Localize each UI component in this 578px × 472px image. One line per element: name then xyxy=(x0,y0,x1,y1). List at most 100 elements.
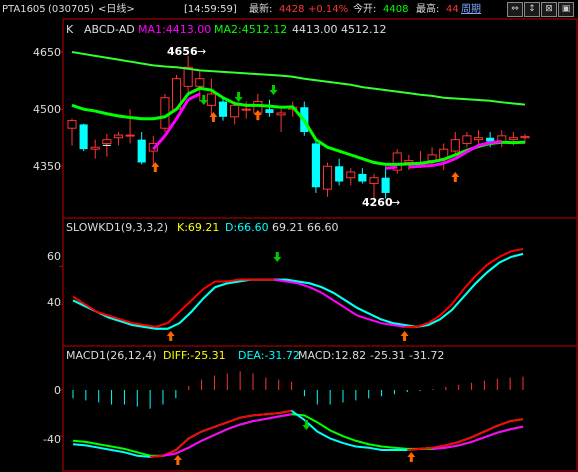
sell-signal-arrow xyxy=(234,92,243,102)
kd-k-segment xyxy=(167,311,181,324)
macd-dea-segment xyxy=(201,434,215,442)
candle xyxy=(346,168,356,186)
kline-indicator-name[interactable]: ABCD-AD xyxy=(84,24,135,36)
kd-k-segment xyxy=(498,250,512,258)
candle xyxy=(79,123,88,152)
macd-diff-segment xyxy=(496,420,511,427)
candle-body xyxy=(102,139,112,144)
kd-sell-arrow xyxy=(273,252,282,262)
candle-body xyxy=(160,97,170,129)
macd-dea-segment xyxy=(252,417,267,423)
candle-body xyxy=(381,177,390,193)
macd-dea-segment xyxy=(239,420,254,426)
macd-diff-segment xyxy=(226,416,241,424)
ma1-segment xyxy=(490,140,502,145)
macd-dea-segment xyxy=(188,439,203,449)
price-tick-4650: 4650 xyxy=(33,46,61,59)
macd-diff-segment xyxy=(265,412,279,416)
macd-dea-segment xyxy=(432,446,446,450)
macd-dea-segment xyxy=(484,431,498,439)
candle-body xyxy=(276,112,286,116)
high-annotation: 4656 xyxy=(167,45,198,58)
kd-d-line xyxy=(72,252,524,330)
candle-body xyxy=(265,109,274,113)
kd-k-segment xyxy=(368,318,382,325)
macd-diff-segment xyxy=(278,409,292,415)
macd-diff-base xyxy=(72,409,524,458)
macd-diff-segment xyxy=(484,424,498,433)
macd-sell-arrow xyxy=(302,420,311,430)
macd-dea-legend: DEA:-31.72 xyxy=(238,349,300,362)
candle-body xyxy=(311,143,320,188)
macd-diff-segment xyxy=(509,418,524,423)
kd-k-segment xyxy=(178,299,193,313)
candle xyxy=(160,93,170,133)
macd-dea-segment xyxy=(162,452,177,457)
candle-body xyxy=(113,134,124,139)
candle xyxy=(335,158,344,186)
ma1-segment xyxy=(187,92,201,101)
macd-extra-values: -25.31 -31.72 xyxy=(370,349,445,362)
ma1-segment xyxy=(420,164,433,168)
macd-diff-segment xyxy=(214,421,228,428)
candle xyxy=(148,135,158,167)
kd-k-segment xyxy=(190,288,204,302)
candle-body xyxy=(322,165,333,190)
candle-body xyxy=(450,139,460,152)
candle xyxy=(67,118,77,146)
price-tick-4350: 4350 xyxy=(33,160,61,173)
kline-extra-values: 4413.00 4512.12 xyxy=(292,23,387,36)
candle-body xyxy=(230,104,240,118)
candle-body xyxy=(206,93,216,106)
macd-tick-neg40: -40 xyxy=(43,433,61,446)
macd-dea-segment xyxy=(509,425,524,431)
macd-dea-segment xyxy=(471,436,485,443)
macd-diff-legend: DIFF:-25.31 xyxy=(163,349,226,362)
candle-body xyxy=(137,139,146,163)
kd-title[interactable]: SLOWKD1(9,3,3,2) xyxy=(66,222,168,234)
candle xyxy=(381,166,390,199)
macd-diff-segment xyxy=(407,447,421,451)
macd-dea-shadow xyxy=(72,413,524,457)
macd-dea-segment xyxy=(497,428,511,434)
kd-layer xyxy=(72,247,524,341)
price-tick-4500: 4500 xyxy=(33,103,61,116)
macd-diff-segment xyxy=(150,454,164,458)
candle xyxy=(137,132,146,165)
kd-k-segment xyxy=(344,307,358,317)
ma1-segment xyxy=(385,165,398,170)
candle xyxy=(276,109,286,133)
macd-title[interactable]: MACD1(26,12,4) xyxy=(66,350,157,362)
candle xyxy=(358,168,367,184)
high-annotation-arrow: → xyxy=(197,45,207,58)
macd-layer xyxy=(72,371,524,465)
macd-tick-0: 0 xyxy=(54,384,61,397)
ma1-legend: MA1:4413.00 xyxy=(138,23,212,36)
candle-body xyxy=(369,177,379,184)
low-annotation-arrow: → xyxy=(391,196,401,209)
macd-buy-arrow xyxy=(173,455,182,465)
sell-signal-arrow xyxy=(269,85,278,95)
macd-dea-segment xyxy=(214,428,228,436)
macd-diff-segment xyxy=(201,425,215,433)
candle xyxy=(206,78,216,117)
kd-buy-arrow xyxy=(166,331,175,341)
kd-extra-values: 69.21 66.60 xyxy=(272,221,339,234)
candle-body xyxy=(335,166,344,182)
macd-diff-segment xyxy=(239,414,254,419)
low-annotation: 4260 xyxy=(362,196,393,209)
candle xyxy=(90,139,100,159)
buy-signal-arrow xyxy=(151,162,160,172)
kd-k-segment xyxy=(321,291,335,302)
candle-body xyxy=(218,101,228,117)
ma-long-line xyxy=(71,51,526,106)
candle xyxy=(462,132,472,148)
candle xyxy=(322,162,333,197)
candle xyxy=(265,99,274,117)
candle-body xyxy=(508,137,518,141)
kd-k-segment xyxy=(309,286,323,294)
ma2-legend: MA2:4512.12 xyxy=(214,23,288,36)
macd-diff-segment xyxy=(420,446,434,450)
kd-tick-40: 40 xyxy=(47,296,61,309)
candle xyxy=(450,132,460,155)
